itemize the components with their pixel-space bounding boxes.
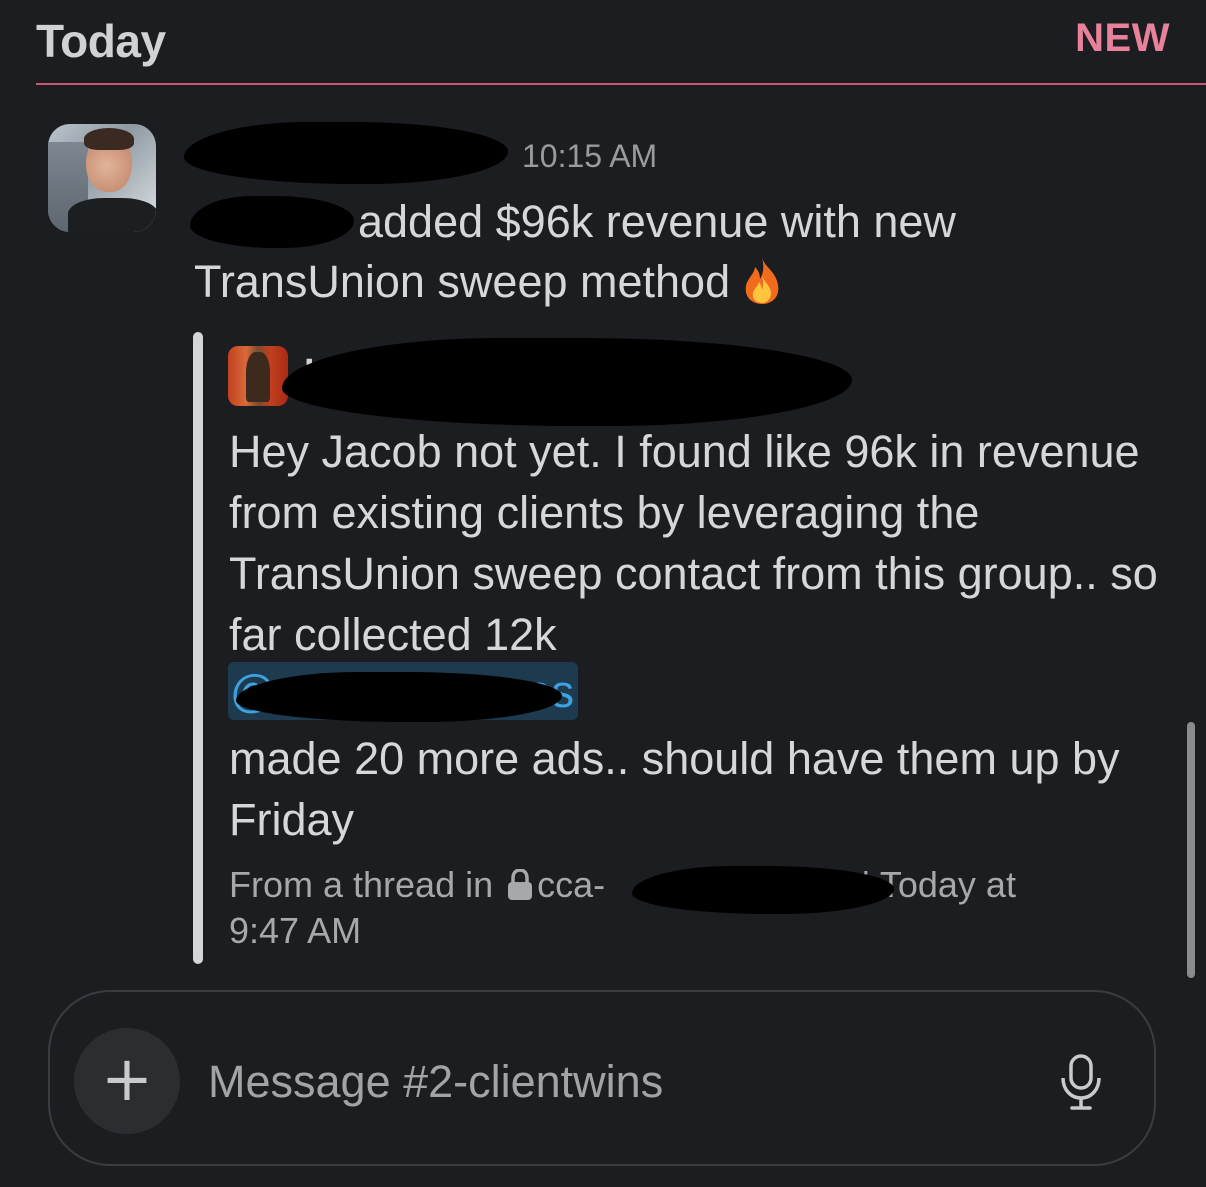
day-title: Today [36, 15, 166, 67]
avatar-figure [246, 352, 270, 402]
new-messages-label: NEW [1075, 16, 1170, 60]
microphone-icon[interactable] [1056, 1052, 1106, 1112]
message-timestamp[interactable]: 10:15 AM [522, 138, 657, 175]
day-divider: Today NEW [36, 0, 1206, 85]
redaction-quoted-author [282, 338, 852, 426]
quoted-text: Hey Jacob not yet. I found like 96k in r… [229, 426, 1158, 660]
scrollbar[interactable] [1187, 722, 1195, 978]
redaction-channel [632, 866, 894, 914]
quote-bar [193, 332, 203, 964]
redaction-sender-name [184, 122, 508, 184]
sender-avatar[interactable] [48, 124, 156, 232]
message-input[interactable] [208, 1052, 1028, 1112]
message-composer: + [48, 990, 1156, 1166]
thread-meta-prefix: From a thread in [229, 864, 494, 905]
redaction-mention [236, 672, 562, 722]
fire-emoji-icon [745, 257, 779, 304]
redaction-message-name [190, 196, 354, 248]
avatar-hair [84, 128, 134, 150]
avatar-shirt [68, 198, 156, 232]
quoted-text-continued: made 20 more ads.. should have them up b… [229, 733, 1120, 845]
thread-channel-prefix[interactable]: cca- [537, 864, 605, 905]
plus-icon: + [101, 1042, 153, 1115]
lock-icon [508, 869, 533, 900]
channel-screen: Today NEW s 10:15 AM added $96k revenue … [0, 0, 1206, 1187]
thread-meta-time: 9:47 AM [229, 910, 362, 951]
add-attachment-button[interactable]: + [74, 1028, 180, 1134]
quoted-author-avatar[interactable] [228, 346, 288, 406]
new-messages-line [36, 83, 1206, 85]
